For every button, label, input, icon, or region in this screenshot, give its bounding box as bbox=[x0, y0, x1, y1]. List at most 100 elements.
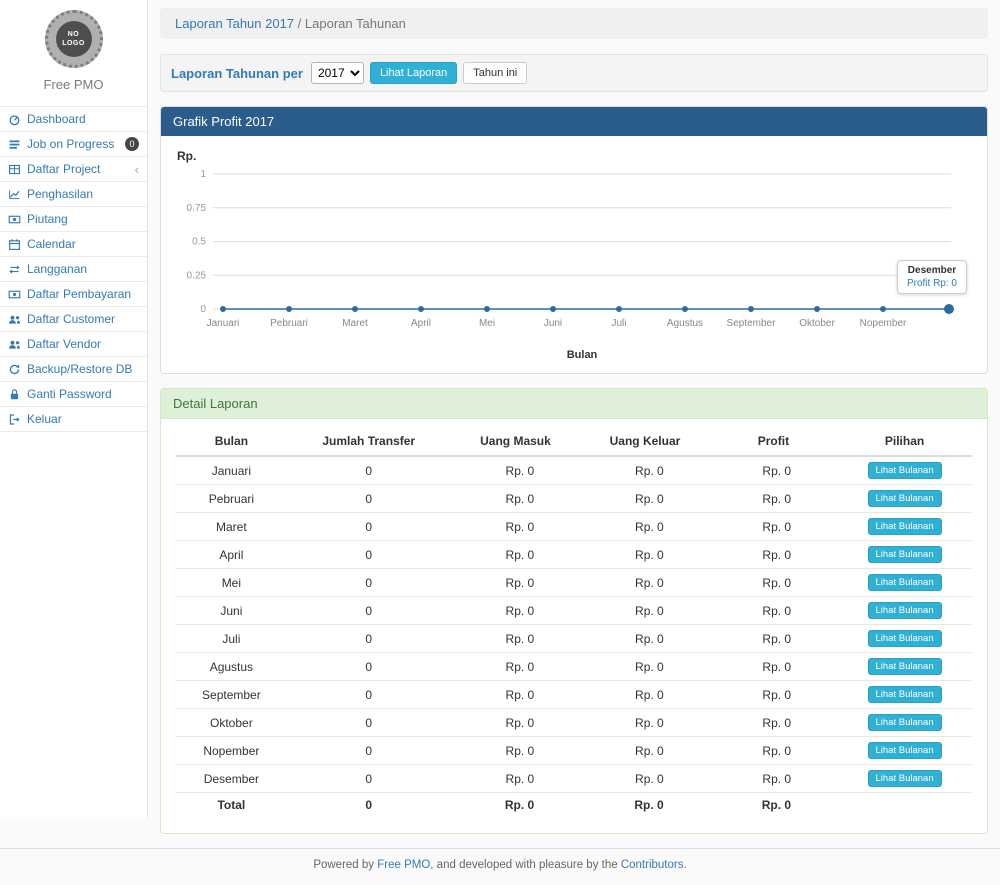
cell-bulan: Agustus bbox=[176, 653, 287, 681]
sidebar-item-label: Keluar bbox=[27, 412, 62, 426]
sidebar-item-label: Job on Progress bbox=[27, 137, 114, 151]
cell-bulan: April bbox=[176, 541, 287, 569]
cell-profit: Rp. 0 bbox=[710, 765, 837, 793]
cell-pilihan: Lihat Bulanan bbox=[837, 653, 972, 681]
sidebar-item-label: Dashboard bbox=[27, 112, 86, 126]
lihat-bulanan-button[interactable]: Lihat Bulanan bbox=[868, 602, 942, 619]
sidebar-menu-item: Dashboard bbox=[0, 106, 147, 131]
sidebar-item-daftar-vendor[interactable]: Daftar Vendor bbox=[0, 332, 147, 356]
cell-jumlah-transfer: 0 bbox=[287, 597, 451, 625]
lihat-bulanan-button[interactable]: Lihat Bulanan bbox=[868, 630, 942, 647]
sidebar-item-job-on-progress[interactable]: Job on Progress0 bbox=[0, 132, 147, 156]
main-content: Laporan Tahun 2017 / Laporan Tahunan Lap… bbox=[148, 0, 1000, 834]
sidebar-item-penghasilan[interactable]: Penghasilan bbox=[0, 182, 147, 206]
svg-text:Rp.: Rp. bbox=[177, 149, 196, 163]
cell-uang-keluar: Rp. 0 bbox=[580, 513, 710, 541]
sidebar-item-label: Penghasilan bbox=[27, 187, 93, 201]
sidebar-item-dashboard[interactable]: Dashboard bbox=[0, 107, 147, 131]
sidebar-item-label: Calendar bbox=[27, 237, 76, 251]
lihat-bulanan-button[interactable]: Lihat Bulanan bbox=[868, 574, 942, 591]
sidebar-menu-item: Penghasilan bbox=[0, 181, 147, 206]
breadcrumb-link[interactable]: Laporan Tahun 2017 bbox=[175, 16, 294, 31]
cell-uang-masuk: Rp. 0 bbox=[451, 513, 581, 541]
footer-link-freepmo[interactable]: Free PMO bbox=[377, 859, 430, 871]
users-icon bbox=[8, 338, 21, 351]
sidebar-item-label: Daftar Pembayaran bbox=[27, 287, 131, 301]
table-row: Mei0Rp. 0Rp. 0Rp. 0Lihat Bulanan bbox=[176, 569, 972, 597]
cell-profit: Rp. 0 bbox=[710, 541, 837, 569]
sidebar-item-langganan[interactable]: Langganan bbox=[0, 257, 147, 281]
sidebar-item-daftar-customer[interactable]: Daftar Customer bbox=[0, 307, 147, 331]
chart-tooltip: Desember Profit Rp: 0 bbox=[897, 260, 967, 294]
sidebar-item-calendar[interactable]: Calendar bbox=[0, 232, 147, 256]
svg-text:Oktober: Oktober bbox=[799, 318, 835, 329]
tahun-ini-button[interactable]: Tahun ini bbox=[463, 62, 527, 84]
lihat-bulanan-button[interactable]: Lihat Bulanan bbox=[868, 770, 942, 787]
svg-text:Agustus: Agustus bbox=[667, 318, 703, 329]
cell-bulan: Oktober bbox=[176, 709, 287, 737]
cell-bulan: Nopember bbox=[176, 737, 287, 765]
lihat-bulanan-button[interactable]: Lihat Bulanan bbox=[868, 462, 942, 479]
sidebar-menu-item: Job on Progress0 bbox=[0, 131, 147, 156]
cell-uang-keluar: Rp. 0 bbox=[580, 737, 710, 765]
lihat-bulanan-button[interactable]: Lihat Bulanan bbox=[868, 714, 942, 731]
lihat-bulanan-button[interactable]: Lihat Bulanan bbox=[868, 658, 942, 675]
cell-uang-masuk: Rp. 0 bbox=[451, 456, 581, 485]
cell-pilihan: Lihat Bulanan bbox=[837, 709, 972, 737]
cell-uang-keluar: Rp. 0 bbox=[580, 625, 710, 653]
cell-pilihan: Lihat Bulanan bbox=[837, 681, 972, 709]
lihat-bulanan-button[interactable]: Lihat Bulanan bbox=[868, 518, 942, 535]
column-header: Bulan bbox=[176, 427, 287, 456]
footer-link-contributors[interactable]: Contributors bbox=[621, 859, 684, 871]
cell-profit: Rp. 0 bbox=[710, 456, 837, 485]
sidebar-menu-item: Keluar bbox=[0, 406, 147, 431]
sidebar-item-backup-restore-db[interactable]: Backup/Restore DB bbox=[0, 357, 147, 381]
lihat-bulanan-button[interactable]: Lihat Bulanan bbox=[868, 490, 942, 507]
logo-block: NO LOGO Free PMO bbox=[0, 0, 147, 100]
cell-bulan: Mei bbox=[176, 569, 287, 597]
cell-pilihan: Lihat Bulanan bbox=[837, 597, 972, 625]
footer-text-middle: , and developed with pleasure by the bbox=[430, 859, 621, 871]
year-select[interactable]: 2017 bbox=[311, 62, 364, 84]
footer-text: Powered by bbox=[313, 859, 377, 871]
sidebar-item-piutang[interactable]: Piutang bbox=[0, 207, 147, 231]
cell-jumlah-transfer: 0 bbox=[287, 709, 451, 737]
cell-jumlah-transfer: 0 bbox=[287, 513, 451, 541]
breadcrumb: Laporan Tahun 2017 / Laporan Tahunan bbox=[160, 8, 988, 39]
sidebar-item-daftar-pembayaran[interactable]: Daftar Pembayaran bbox=[0, 282, 147, 306]
lihat-bulanan-button[interactable]: Lihat Bulanan bbox=[868, 546, 942, 563]
sidebar-menu: Dashboard Job on Progress0Daftar Project‹… bbox=[0, 106, 147, 432]
column-header: Uang Keluar bbox=[580, 427, 710, 456]
table-row: Nopember0Rp. 0Rp. 0Rp. 0Lihat Bulanan bbox=[176, 737, 972, 765]
sidebar-item-keluar[interactable]: Keluar bbox=[0, 407, 147, 431]
cell-uang-masuk: Rp. 0 bbox=[451, 569, 581, 597]
cell-pilihan: Lihat Bulanan bbox=[837, 765, 972, 793]
cell-jumlah-transfer: 0 bbox=[287, 653, 451, 681]
cell-profit: Rp. 0 bbox=[710, 681, 837, 709]
sidebar-menu-item: Daftar Vendor bbox=[0, 331, 147, 356]
cell-uang-keluar: Rp. 0 bbox=[580, 456, 710, 485]
detail-panel-title: Detail Laporan bbox=[161, 389, 987, 419]
breadcrumb-separator: / bbox=[298, 16, 302, 31]
cell-profit: Rp. 0 bbox=[710, 653, 837, 681]
total-jumlah-transfer: 0 bbox=[287, 793, 451, 818]
svg-text:Pebruari: Pebruari bbox=[270, 318, 308, 329]
table-icon bbox=[8, 163, 21, 176]
table-row: Agustus0Rp. 0Rp. 0Rp. 0Lihat Bulanan bbox=[176, 653, 972, 681]
money-icon bbox=[8, 288, 21, 301]
table-row: Maret0Rp. 0Rp. 0Rp. 0Lihat Bulanan bbox=[176, 513, 972, 541]
cell-bulan: Juni bbox=[176, 597, 287, 625]
svg-text:Maret: Maret bbox=[342, 318, 368, 329]
cell-uang-masuk: Rp. 0 bbox=[451, 485, 581, 513]
footer-text-after: . bbox=[683, 859, 686, 871]
cell-bulan: Juli bbox=[176, 625, 287, 653]
sidebar-item-daftar-project[interactable]: Daftar Project‹ bbox=[0, 157, 147, 181]
lihat-bulanan-button[interactable]: Lihat Bulanan bbox=[868, 742, 942, 759]
table-row: Juli0Rp. 0Rp. 0Rp. 0Lihat Bulanan bbox=[176, 625, 972, 653]
cell-profit: Rp. 0 bbox=[710, 709, 837, 737]
cell-bulan: Pebruari bbox=[176, 485, 287, 513]
sidebar-item-ganti-password[interactable]: Ganti Password bbox=[0, 382, 147, 406]
lihat-laporan-button[interactable]: Lihat Laporan bbox=[370, 62, 457, 84]
sidebar-menu-item: Daftar Customer bbox=[0, 306, 147, 331]
lihat-bulanan-button[interactable]: Lihat Bulanan bbox=[868, 686, 942, 703]
